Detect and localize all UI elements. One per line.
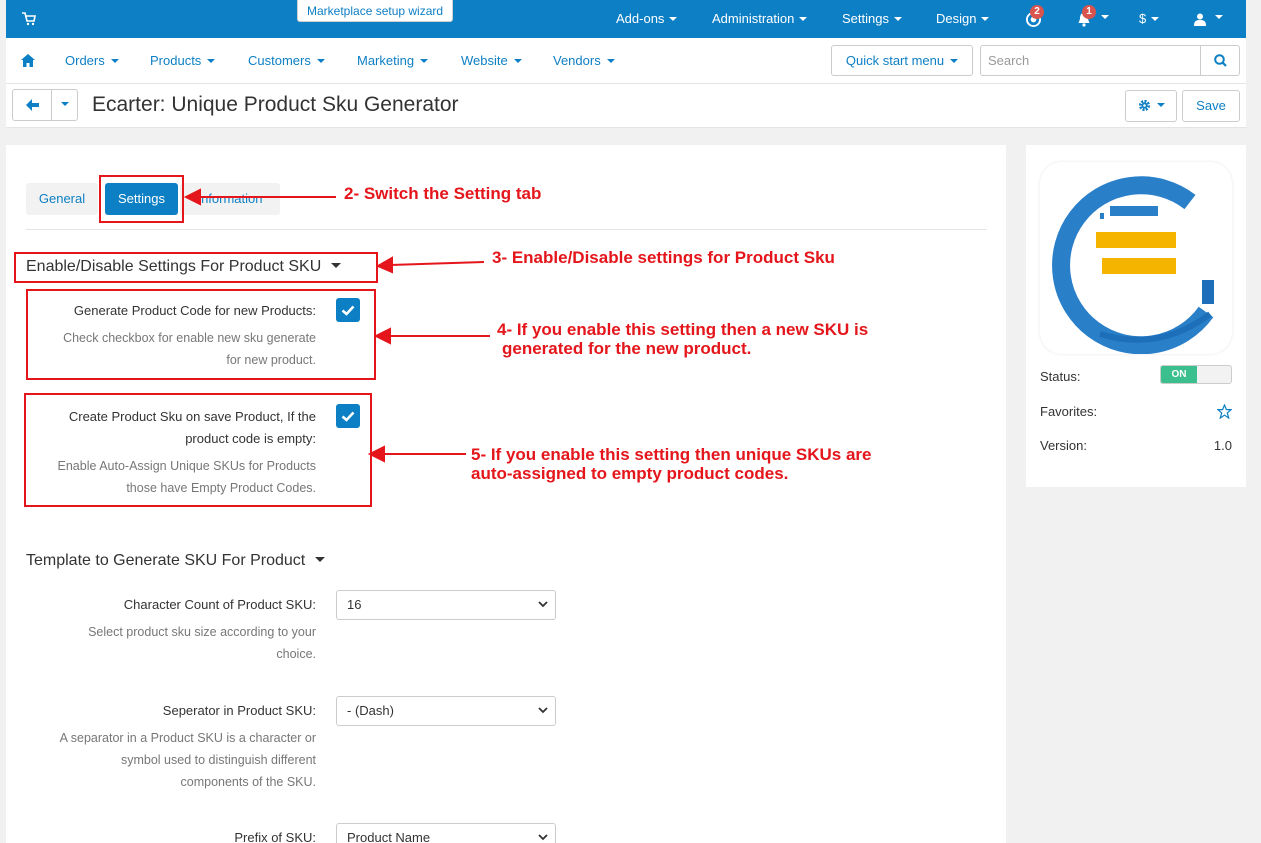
annotation-3: 3- Enable/Disable settings for Product S… — [492, 248, 835, 267]
annotation-4: 4- If you enable this setting then a new… — [497, 320, 869, 358]
annotation-5: 5- If you enable this setting then uniqu… — [471, 445, 872, 483]
annotation-arrows — [183, 188, 490, 463]
annotation-2: 2- Switch the Setting tab — [344, 184, 542, 203]
